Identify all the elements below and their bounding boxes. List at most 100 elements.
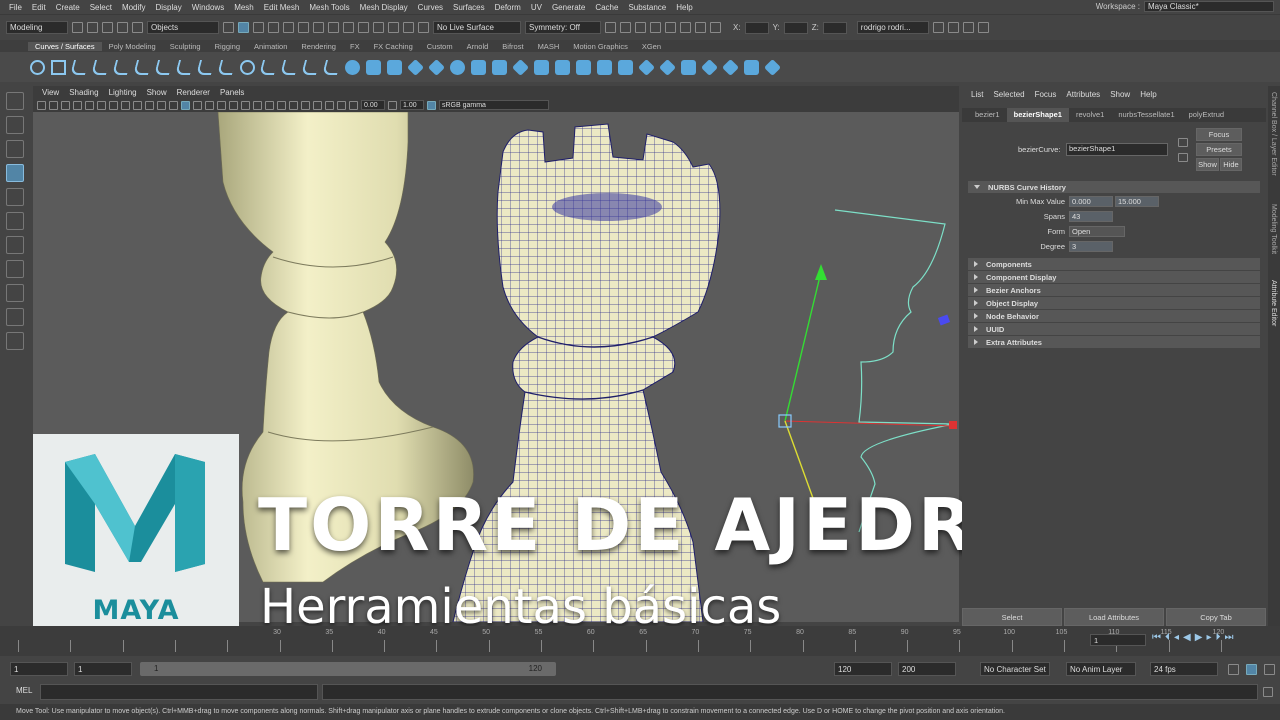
xray-joints-icon[interactable]: [337, 100, 346, 110]
shelf-tab-arnold[interactable]: Arnold: [460, 42, 496, 51]
menu-mesh-tools[interactable]: Mesh Tools: [304, 3, 354, 12]
pencil-curve-icon[interactable]: [132, 59, 153, 75]
detach-surfaces-icon[interactable]: [722, 58, 739, 76]
animation-start-field[interactable]: 1: [10, 662, 68, 676]
show-hide-tool-settings-icon[interactable]: [962, 22, 974, 33]
menu-generate[interactable]: Generate: [547, 3, 590, 12]
menu-select[interactable]: Select: [85, 3, 117, 12]
select-camera-icon[interactable]: [37, 100, 46, 110]
select-tool-icon[interactable]: [6, 92, 24, 110]
loft-icon[interactable]: [492, 59, 507, 75]
section-node-behavior[interactable]: Node Behavior: [968, 310, 1260, 322]
render-settings-icon[interactable]: [665, 22, 676, 33]
shelf-tab-poly-modeling[interactable]: Poly Modeling: [102, 42, 163, 51]
menu-create[interactable]: Create: [51, 3, 85, 12]
square-surface-icon[interactable]: [597, 59, 612, 75]
nurbs-torus-icon[interactable]: [450, 59, 465, 75]
select-dynamics-icon[interactable]: [343, 22, 354, 33]
shelf-tab-xgen[interactable]: XGen: [635, 42, 668, 51]
presets-button[interactable]: Presets: [1196, 143, 1242, 156]
shelf-tab-rendering[interactable]: Rendering: [294, 42, 343, 51]
ae-tab-polyextrude[interactable]: polyExtrud: [1182, 108, 1231, 122]
input-output-icon[interactable]: [605, 22, 616, 33]
bevel-plus-icon[interactable]: [576, 59, 591, 75]
component-mode-icon[interactable]: [253, 22, 264, 33]
render-current-icon[interactable]: [635, 22, 646, 33]
show-hide-modeling-toolkit-icon[interactable]: [932, 22, 944, 33]
isolate-select-icon[interactable]: [301, 100, 310, 110]
focus-button[interactable]: Focus: [1196, 128, 1242, 141]
textured-icon[interactable]: [217, 100, 226, 110]
birail-icon[interactable]: [555, 59, 570, 75]
select-rendering-icon[interactable]: [358, 22, 369, 33]
bookmarks-icon[interactable]: [61, 100, 70, 110]
step-back-key-icon[interactable]: ⏴: [1165, 632, 1170, 643]
panel-menu-lighting[interactable]: Lighting: [104, 88, 142, 97]
menu-edit[interactable]: Edit: [27, 3, 51, 12]
rebuild-curve-icon[interactable]: [279, 59, 300, 75]
rotate-tool-icon[interactable]: [6, 188, 24, 206]
menu-curves[interactable]: Curves: [413, 3, 448, 12]
panel-menu-panels[interactable]: Panels: [215, 88, 249, 97]
intersect-icon[interactable]: [659, 58, 676, 76]
paint-select-tool-icon[interactable]: [6, 140, 24, 158]
menu-windows[interactable]: Windows: [187, 3, 229, 12]
snap-curve-icon[interactable]: [388, 22, 399, 33]
mel-input[interactable]: [40, 684, 318, 700]
go-input-icon[interactable]: [1178, 138, 1188, 147]
section-extra-attributes[interactable]: Extra Attributes: [968, 336, 1260, 348]
user-account-dropdown[interactable]: rodrigo rodri...: [856, 21, 929, 34]
z-field[interactable]: [822, 21, 847, 34]
go-to-end-icon[interactable]: ⏭: [1224, 632, 1233, 643]
ae-menu-attributes[interactable]: Attributes: [1061, 90, 1105, 99]
transform-constraints-icon[interactable]: [710, 22, 721, 33]
nurbs-circle-icon[interactable]: [30, 59, 45, 75]
new-scene-icon[interactable]: [72, 22, 83, 33]
nurbs-cone-icon[interactable]: [407, 58, 424, 76]
fps-dropdown[interactable]: 24 fps: [1150, 662, 1218, 676]
exposure-field[interactable]: 0.00: [361, 100, 385, 110]
nurbs-cylinder-icon[interactable]: [387, 59, 402, 75]
cv-curve-icon[interactable]: [90, 59, 111, 75]
snap-view-plane-icon[interactable]: [418, 22, 429, 33]
ae-tab-revolve1[interactable]: revolve1: [1069, 108, 1111, 122]
form-dropdown[interactable]: Open: [1069, 225, 1125, 237]
depth-of-field-icon[interactable]: [289, 100, 298, 110]
section-nurbs-curve-history[interactable]: NURBS Curve History: [968, 181, 1260, 193]
character-set-dropdown[interactable]: No Character Set: [980, 662, 1050, 676]
select-deformations-icon[interactable]: [328, 22, 339, 33]
four-view-layout-icon[interactable]: [6, 284, 24, 302]
default-lighting-icon[interactable]: [205, 100, 214, 110]
ae-load-attributes-button[interactable]: Load Attributes: [1064, 608, 1164, 626]
attach-surfaces-icon[interactable]: [701, 58, 718, 76]
max-value-field[interactable]: 15.000: [1115, 195, 1159, 207]
last-tool-icon[interactable]: [6, 236, 24, 254]
construction-history-icon[interactable]: [620, 22, 631, 33]
bezier-curve-icon[interactable]: [111, 59, 132, 75]
ae-menu-help[interactable]: Help: [1135, 90, 1161, 99]
nurbs-sphere-icon[interactable]: [345, 59, 360, 75]
arc-tool-icon[interactable]: [153, 59, 174, 75]
go-output-icon[interactable]: [1178, 153, 1188, 162]
menu-uv[interactable]: UV: [526, 3, 547, 12]
smooth-shade-icon[interactable]: [193, 100, 202, 110]
insert-knot-icon[interactable]: [216, 59, 237, 75]
degree-field[interactable]: 3: [1069, 240, 1113, 252]
sculpt-geometry-icon[interactable]: [744, 59, 759, 75]
project-curve-icon[interactable]: [638, 58, 655, 76]
hide-button[interactable]: Hide: [1220, 158, 1242, 171]
ae-menu-focus[interactable]: Focus: [1030, 90, 1062, 99]
ipr-render-icon[interactable]: [650, 22, 661, 33]
panel-menu-view[interactable]: View: [37, 88, 64, 97]
select-surfaces-icon[interactable]: [313, 22, 324, 33]
side-tab-channel-box[interactable]: Channel Box / Layer Editor: [1270, 92, 1277, 176]
anim-layer-dropdown[interactable]: No Anim Layer: [1066, 662, 1136, 676]
nurbs-cube-icon[interactable]: [366, 59, 381, 75]
shelf-tab-sculpting[interactable]: Sculpting: [163, 42, 208, 51]
attach-curves-icon[interactable]: [174, 59, 195, 75]
section-bezier-anchors[interactable]: Bezier Anchors: [968, 284, 1260, 296]
nurbs-square-icon[interactable]: [51, 59, 66, 75]
menu-surfaces[interactable]: Surfaces: [448, 3, 490, 12]
menu-set-dropdown[interactable]: Modeling: [6, 21, 68, 34]
ae-tab-beziershape1[interactable]: bezierShape1: [1006, 108, 1069, 122]
